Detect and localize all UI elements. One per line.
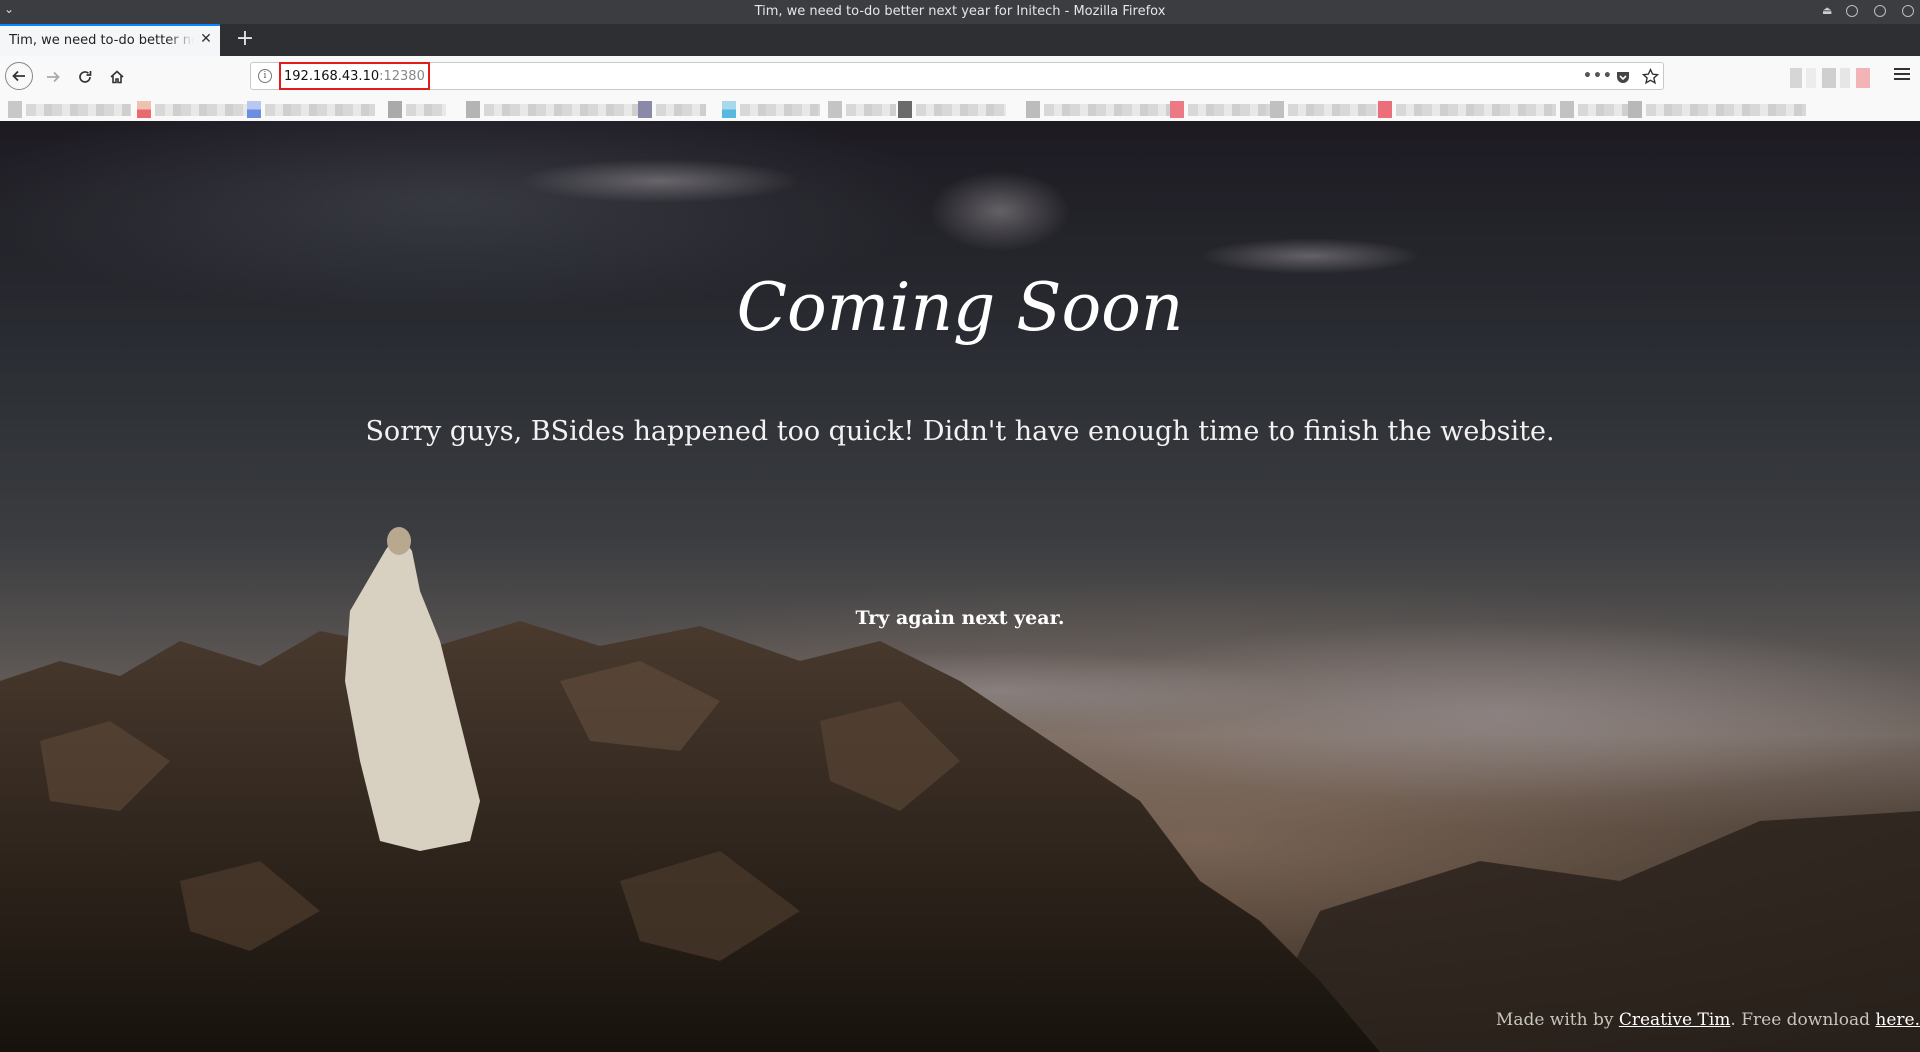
- tab-label: Tim, we need to-do better next year for …: [9, 33, 194, 48]
- new-tab-button[interactable]: +: [232, 26, 258, 52]
- back-button[interactable]: [5, 62, 33, 90]
- window-shade-icon[interactable]: ⏏: [1822, 4, 1832, 17]
- footer-made-with: Made with by: [1495, 1010, 1619, 1030]
- toolbar-extension-icon[interactable]: [1856, 68, 1870, 88]
- navigation-toolbar: i 192.168.43.10:12380 •••: [0, 56, 1920, 98]
- toolbar-extension-icon[interactable]: [1806, 68, 1816, 88]
- reload-button[interactable]: [72, 64, 98, 90]
- menu-hamburger-icon[interactable]: [1892, 65, 1912, 85]
- page-actions-icon[interactable]: •••: [1583, 68, 1613, 84]
- toolbar-extension-icon[interactable]: [1790, 68, 1802, 88]
- home-button[interactable]: [104, 64, 130, 90]
- window-maximize-button[interactable]: [1874, 5, 1886, 17]
- url-port: :12380: [379, 68, 425, 84]
- tab-active[interactable]: Tim, we need to-do better next year for …: [0, 24, 220, 56]
- footer-middle: . Free download: [1730, 1010, 1876, 1030]
- url-host: 192.168.43.10: [284, 68, 380, 84]
- forward-button[interactable]: [40, 64, 66, 90]
- forward-arrow-icon: [47, 71, 60, 83]
- page-headline: Coming Soon: [736, 269, 1184, 346]
- bookmarks-toolbar: [0, 97, 1920, 122]
- window-titlebar: ⌄ Tim, we need to-do better next year fo…: [0, 0, 1920, 24]
- window-minimize-button[interactable]: [1846, 5, 1858, 17]
- back-arrow-icon: [12, 70, 25, 82]
- site-info-icon[interactable]: i: [258, 69, 272, 83]
- page-footer: Made with by Creative Tim. Free download…: [1496, 1010, 1920, 1030]
- page-subline: Sorry guys, BSides happened too quick! D…: [365, 416, 1555, 447]
- page-content: Coming Soon Sorry guys, BSides happened …: [0, 121, 1920, 1052]
- background-landscape-image: [0, 159, 1920, 1052]
- bookmark-star-icon[interactable]: [1642, 68, 1659, 85]
- window-close-button[interactable]: [1902, 5, 1914, 17]
- toolbar-extension-icon[interactable]: [1822, 68, 1836, 88]
- url-highlight-box[interactable]: 192.168.43.10:12380: [279, 62, 430, 90]
- try-again-text: Try again next year.: [855, 607, 1065, 629]
- tab-strip: Tim, we need to-do better next year for …: [0, 24, 1920, 56]
- toolbar-extension-icon[interactable]: [1840, 68, 1850, 88]
- tab-close-icon[interactable]: ✕: [198, 31, 214, 47]
- url-bar[interactable]: i 192.168.43.10:12380 •••: [250, 62, 1664, 90]
- home-icon: [110, 70, 124, 84]
- window-title: Tim, we need to-do better next year for …: [754, 4, 1166, 19]
- reload-icon: [79, 71, 92, 83]
- creative-tim-link[interactable]: Creative Tim: [1619, 1010, 1731, 1030]
- pocket-icon[interactable]: [1615, 69, 1631, 85]
- download-here-link[interactable]: here.: [1875, 1010, 1920, 1030]
